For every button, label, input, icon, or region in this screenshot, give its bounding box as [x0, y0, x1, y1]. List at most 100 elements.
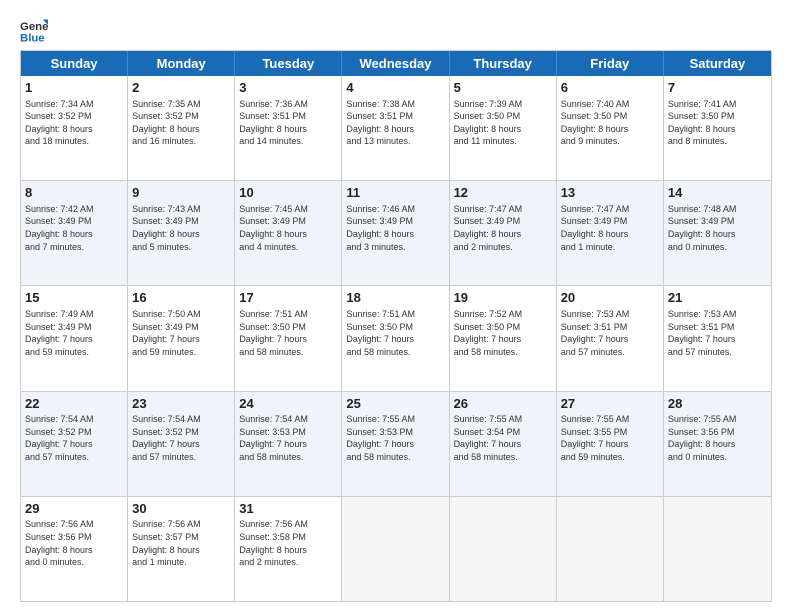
- calendar-cell: 25Sunrise: 7:55 AMSunset: 3:53 PMDayligh…: [342, 392, 449, 496]
- calendar-cell: 11Sunrise: 7:46 AMSunset: 3:49 PMDayligh…: [342, 181, 449, 285]
- cell-info: Sunrise: 7:46 AMSunset: 3:49 PMDaylight:…: [346, 203, 444, 253]
- cell-info: Sunrise: 7:51 AMSunset: 3:50 PMDaylight:…: [239, 308, 337, 358]
- cell-info: Sunrise: 7:43 AMSunset: 3:49 PMDaylight:…: [132, 203, 230, 253]
- cell-info: Sunrise: 7:41 AMSunset: 3:50 PMDaylight:…: [668, 98, 767, 148]
- day-number: 16: [132, 289, 230, 307]
- calendar: SundayMondayTuesdayWednesdayThursdayFrid…: [20, 50, 772, 602]
- cell-info: Sunrise: 7:54 AMSunset: 3:53 PMDaylight:…: [239, 413, 337, 463]
- day-number: 20: [561, 289, 659, 307]
- calendar-cell: 17Sunrise: 7:51 AMSunset: 3:50 PMDayligh…: [235, 286, 342, 390]
- day-number: 13: [561, 184, 659, 202]
- cell-info: Sunrise: 7:51 AMSunset: 3:50 PMDaylight:…: [346, 308, 444, 358]
- day-number: 15: [25, 289, 123, 307]
- day-number: 21: [668, 289, 767, 307]
- cell-info: Sunrise: 7:56 AMSunset: 3:57 PMDaylight:…: [132, 518, 230, 568]
- calendar-cell: 4Sunrise: 7:38 AMSunset: 3:51 PMDaylight…: [342, 76, 449, 180]
- cell-info: Sunrise: 7:53 AMSunset: 3:51 PMDaylight:…: [561, 308, 659, 358]
- calendar-cell: 10Sunrise: 7:45 AMSunset: 3:49 PMDayligh…: [235, 181, 342, 285]
- calendar-row: 1Sunrise: 7:34 AMSunset: 3:52 PMDaylight…: [21, 76, 771, 181]
- day-number: 30: [132, 500, 230, 518]
- calendar-cell: 8Sunrise: 7:42 AMSunset: 3:49 PMDaylight…: [21, 181, 128, 285]
- day-number: 7: [668, 79, 767, 97]
- calendar-cell: [450, 497, 557, 601]
- day-number: 2: [132, 79, 230, 97]
- day-number: 19: [454, 289, 552, 307]
- day-number: 12: [454, 184, 552, 202]
- cell-info: Sunrise: 7:50 AMSunset: 3:49 PMDaylight:…: [132, 308, 230, 358]
- calendar-cell: 16Sunrise: 7:50 AMSunset: 3:49 PMDayligh…: [128, 286, 235, 390]
- calendar-row: 8Sunrise: 7:42 AMSunset: 3:49 PMDaylight…: [21, 181, 771, 286]
- cell-info: Sunrise: 7:36 AMSunset: 3:51 PMDaylight:…: [239, 98, 337, 148]
- day-number: 10: [239, 184, 337, 202]
- cell-info: Sunrise: 7:54 AMSunset: 3:52 PMDaylight:…: [132, 413, 230, 463]
- svg-text:General: General: [20, 21, 48, 33]
- cell-info: Sunrise: 7:47 AMSunset: 3:49 PMDaylight:…: [561, 203, 659, 253]
- cell-info: Sunrise: 7:52 AMSunset: 3:50 PMDaylight:…: [454, 308, 552, 358]
- header: General Blue: [20, 16, 772, 44]
- cell-info: Sunrise: 7:47 AMSunset: 3:49 PMDaylight:…: [454, 203, 552, 253]
- calendar-row: 22Sunrise: 7:54 AMSunset: 3:52 PMDayligh…: [21, 392, 771, 497]
- day-number: 17: [239, 289, 337, 307]
- calendar-cell: 20Sunrise: 7:53 AMSunset: 3:51 PMDayligh…: [557, 286, 664, 390]
- weekday-header: Saturday: [664, 51, 771, 76]
- day-number: 27: [561, 395, 659, 413]
- calendar-cell: 21Sunrise: 7:53 AMSunset: 3:51 PMDayligh…: [664, 286, 771, 390]
- calendar-cell: 18Sunrise: 7:51 AMSunset: 3:50 PMDayligh…: [342, 286, 449, 390]
- calendar-cell: 23Sunrise: 7:54 AMSunset: 3:52 PMDayligh…: [128, 392, 235, 496]
- calendar-cell: 26Sunrise: 7:55 AMSunset: 3:54 PMDayligh…: [450, 392, 557, 496]
- calendar-cell: 28Sunrise: 7:55 AMSunset: 3:56 PMDayligh…: [664, 392, 771, 496]
- calendar-cell: 22Sunrise: 7:54 AMSunset: 3:52 PMDayligh…: [21, 392, 128, 496]
- calendar-cell: 27Sunrise: 7:55 AMSunset: 3:55 PMDayligh…: [557, 392, 664, 496]
- day-number: 28: [668, 395, 767, 413]
- day-number: 6: [561, 79, 659, 97]
- calendar-cell: 3Sunrise: 7:36 AMSunset: 3:51 PMDaylight…: [235, 76, 342, 180]
- cell-info: Sunrise: 7:38 AMSunset: 3:51 PMDaylight:…: [346, 98, 444, 148]
- weekday-header: Thursday: [450, 51, 557, 76]
- day-number: 11: [346, 184, 444, 202]
- cell-info: Sunrise: 7:54 AMSunset: 3:52 PMDaylight:…: [25, 413, 123, 463]
- calendar-cell: 6Sunrise: 7:40 AMSunset: 3:50 PMDaylight…: [557, 76, 664, 180]
- cell-info: Sunrise: 7:53 AMSunset: 3:51 PMDaylight:…: [668, 308, 767, 358]
- calendar-cell: 24Sunrise: 7:54 AMSunset: 3:53 PMDayligh…: [235, 392, 342, 496]
- day-number: 9: [132, 184, 230, 202]
- calendar-row: 29Sunrise: 7:56 AMSunset: 3:56 PMDayligh…: [21, 497, 771, 601]
- day-number: 25: [346, 395, 444, 413]
- cell-info: Sunrise: 7:56 AMSunset: 3:58 PMDaylight:…: [239, 518, 337, 568]
- page: General Blue SundayMondayTuesdayWednesda…: [0, 0, 792, 612]
- weekday-header: Wednesday: [342, 51, 449, 76]
- cell-info: Sunrise: 7:34 AMSunset: 3:52 PMDaylight:…: [25, 98, 123, 148]
- calendar-cell: 9Sunrise: 7:43 AMSunset: 3:49 PMDaylight…: [128, 181, 235, 285]
- weekday-header: Sunday: [21, 51, 128, 76]
- cell-info: Sunrise: 7:56 AMSunset: 3:56 PMDaylight:…: [25, 518, 123, 568]
- cell-info: Sunrise: 7:48 AMSunset: 3:49 PMDaylight:…: [668, 203, 767, 253]
- calendar-cell: 7Sunrise: 7:41 AMSunset: 3:50 PMDaylight…: [664, 76, 771, 180]
- logo-icon: General Blue: [20, 16, 48, 44]
- logo: General Blue: [20, 16, 48, 44]
- cell-info: Sunrise: 7:45 AMSunset: 3:49 PMDaylight:…: [239, 203, 337, 253]
- calendar-cell: 30Sunrise: 7:56 AMSunset: 3:57 PMDayligh…: [128, 497, 235, 601]
- calendar-cell: [557, 497, 664, 601]
- calendar-cell: 19Sunrise: 7:52 AMSunset: 3:50 PMDayligh…: [450, 286, 557, 390]
- cell-info: Sunrise: 7:55 AMSunset: 3:53 PMDaylight:…: [346, 413, 444, 463]
- calendar-cell: 31Sunrise: 7:56 AMSunset: 3:58 PMDayligh…: [235, 497, 342, 601]
- day-number: 3: [239, 79, 337, 97]
- day-number: 14: [668, 184, 767, 202]
- day-number: 18: [346, 289, 444, 307]
- calendar-cell: 14Sunrise: 7:48 AMSunset: 3:49 PMDayligh…: [664, 181, 771, 285]
- cell-info: Sunrise: 7:49 AMSunset: 3:49 PMDaylight:…: [25, 308, 123, 358]
- calendar-header: SundayMondayTuesdayWednesdayThursdayFrid…: [21, 51, 771, 76]
- day-number: 8: [25, 184, 123, 202]
- calendar-cell: 1Sunrise: 7:34 AMSunset: 3:52 PMDaylight…: [21, 76, 128, 180]
- calendar-cell: 13Sunrise: 7:47 AMSunset: 3:49 PMDayligh…: [557, 181, 664, 285]
- calendar-cell: 29Sunrise: 7:56 AMSunset: 3:56 PMDayligh…: [21, 497, 128, 601]
- calendar-cell: 12Sunrise: 7:47 AMSunset: 3:49 PMDayligh…: [450, 181, 557, 285]
- cell-info: Sunrise: 7:55 AMSunset: 3:55 PMDaylight:…: [561, 413, 659, 463]
- cell-info: Sunrise: 7:55 AMSunset: 3:56 PMDaylight:…: [668, 413, 767, 463]
- day-number: 23: [132, 395, 230, 413]
- cell-info: Sunrise: 7:39 AMSunset: 3:50 PMDaylight:…: [454, 98, 552, 148]
- cell-info: Sunrise: 7:42 AMSunset: 3:49 PMDaylight:…: [25, 203, 123, 253]
- weekday-header: Friday: [557, 51, 664, 76]
- calendar-cell: [342, 497, 449, 601]
- calendar-row: 15Sunrise: 7:49 AMSunset: 3:49 PMDayligh…: [21, 286, 771, 391]
- cell-info: Sunrise: 7:35 AMSunset: 3:52 PMDaylight:…: [132, 98, 230, 148]
